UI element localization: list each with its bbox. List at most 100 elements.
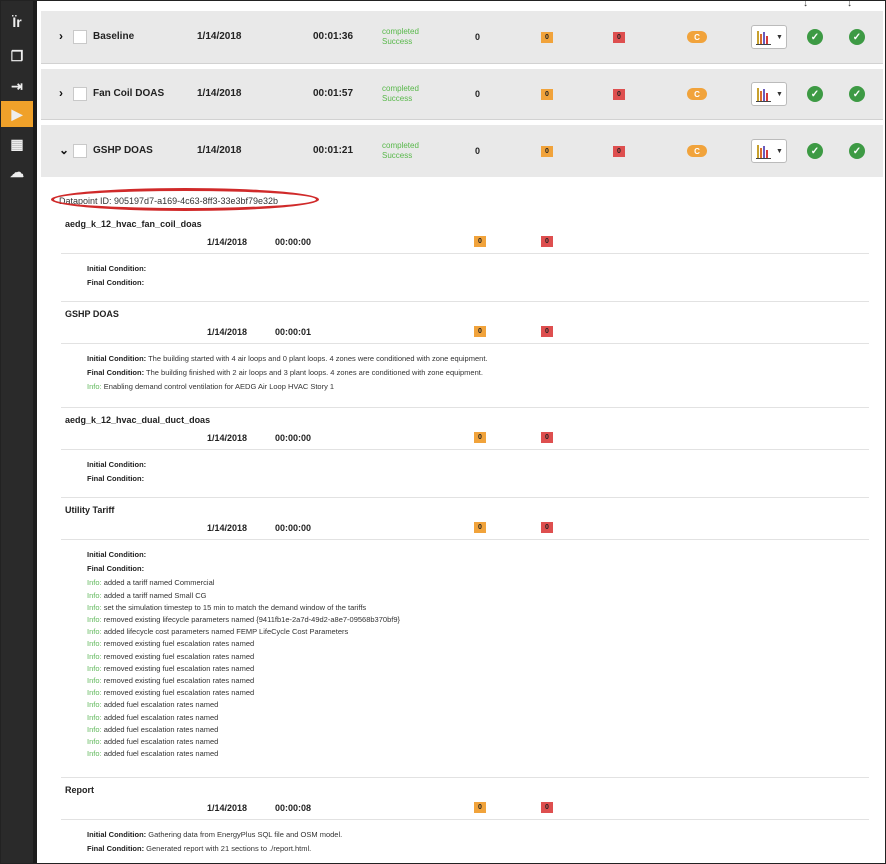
download-check-icon[interactable]: ✓ [807,143,823,159]
info-label: Info: [87,688,102,698]
run-row[interactable]: › Baseline 1/14/2018 00:01:36 completed Succe… [41,11,883,64]
download-check-icon[interactable]: ✓ [849,86,865,102]
expand-chevron-icon[interactable]: › [59,86,63,100]
initial-condition-label: Initial Condition: [87,354,147,363]
info-label: Info: [87,663,102,673]
main-content: › Baseline 1/14/2018 00:01:36 completed Succe… [37,1,885,863]
info-label: Info: [87,578,102,588]
export-icon[interactable]: ⇥ [1,73,33,99]
collapse-chevron-icon[interactable]: ⌄ [59,143,69,157]
info-message: Info: added fuel escalation rates named [87,749,218,758]
info-label: Info: [87,737,102,746]
info-text: added fuel escalation rates named [103,712,219,722]
info-message: Info: removed existing fuel escalation r… [87,652,254,661]
download-check-icon[interactable]: ✓ [849,143,865,159]
run-name: Baseline [93,31,135,42]
step-date: 1/14/2018 [207,327,248,337]
results-icon[interactable]: ▦ [1,131,33,157]
c-status-pill[interactable]: C [687,88,707,100]
step-separator [61,777,869,778]
run-duration: 00:01:36 [313,31,354,42]
run-row[interactable]: ⌄ GSHP DOAS 1/14/2018 00:01:21 completed Succ… [41,125,883,178]
error-count-badge: 0 [541,326,553,337]
step-separator [61,497,869,498]
download-check-icon[interactable]: ✓ [807,29,823,45]
c-status-pill[interactable]: C [687,31,707,43]
info-label: Info: [87,651,102,661]
info-message: Info: added a tariff named Small CG [87,591,207,600]
warning-count-badge: 0 [541,32,553,43]
initial-condition: Initial Condition: The building started … [87,354,487,363]
step-name: Report [65,785,94,795]
info-message: Info: removed existing fuel escalation r… [87,639,254,648]
tools-icon[interactable]: Ïr [1,9,33,35]
download-arrow-icon[interactable]: ↓ [803,1,808,9]
error-count-badge: 0 [613,146,625,157]
chart-dropdown-button[interactable]: ▼ [751,25,787,49]
info-message: Info: Enabling demand control ventilatio… [87,382,334,391]
run-row[interactable]: › Fan Coil DOAS 1/14/2018 00:01:57 completed… [41,69,883,120]
download-check-icon[interactable]: ✓ [849,29,865,45]
info-message: Info: added lifecycle cost parameters na… [87,627,348,636]
initial-condition-label: Initial Condition: [87,550,147,559]
info-text: added fuel escalation rates named [103,700,219,710]
run-duration: 00:01:57 [313,88,354,99]
status-line-success: Success [382,37,413,46]
run-count: 0 [475,146,481,156]
info-text: added fuel escalation rates named [103,737,219,746]
expand-chevron-icon[interactable]: › [59,29,63,43]
initial-condition: Initial Condition: [87,460,146,469]
final-condition-text: The building finished with 2 air loops a… [144,368,483,378]
initial-condition: Initial Condition: [87,550,146,559]
final-condition: Final Condition: The building finished w… [87,368,483,377]
step-divider [61,343,869,344]
chart-dropdown-button[interactable]: ▼ [751,139,787,163]
datapoint-details: Datapoint ID: 905197d7-a169-4c63-8ff3-33… [41,177,883,863]
download-check-icon[interactable]: ✓ [807,86,823,102]
initial-condition-text: The building started with 4 air loops an… [146,354,488,363]
step-divider [61,539,869,540]
sidebar: Ïr ❐ ⇥ ▶ ▦ ☁ [1,1,33,863]
step-divider [61,819,869,820]
run-status: completed Success [382,84,419,104]
info-text: removed existing fuel escalation rates n… [103,651,255,661]
error-count-badge: 0 [541,236,553,247]
info-message: Info: added fuel escalation rates named [87,725,218,734]
c-status-pill[interactable]: C [687,145,707,157]
info-text: Enabling demand control ventilation for … [103,382,335,392]
info-label: Info: [87,602,102,612]
info-text: set the simulation timestep to 15 min to… [103,602,367,612]
info-message: Info: set the simulation timestep to 15 … [87,603,366,612]
info-message: Info: removed existing fuel escalation r… [87,664,254,673]
initial-condition-label: Initial Condition: [87,460,147,469]
copy-icon[interactable]: ❐ [1,43,33,69]
chevron-down-icon: ▼ [776,33,783,41]
initial-condition: Initial Condition: Gathering data from E… [87,830,342,839]
info-text: added a tariff named Small CG [103,590,207,600]
info-message: Info: added a tariff named Commercial [87,578,214,587]
cloud-icon[interactable]: ☁ [1,159,33,185]
chart-dropdown-button[interactable]: ▼ [751,82,787,106]
step-divider [61,253,869,254]
select-checkbox[interactable] [73,144,87,158]
select-checkbox[interactable] [73,87,87,101]
info-label: Info: [87,627,102,637]
step-separator [61,407,869,408]
run-icon[interactable]: ▶ [1,101,33,127]
info-label: Info: [87,590,102,600]
bar-chart-icon [756,88,771,102]
run-date: 1/14/2018 [197,145,242,156]
warning-count-badge: 0 [541,89,553,100]
run-status: completed Success [382,27,419,47]
download-arrow-icon[interactable]: ↓ [847,1,852,9]
status-line-completed: completed [382,27,419,36]
run-date: 1/14/2018 [197,88,242,99]
step-date: 1/14/2018 [207,237,248,247]
final-condition: Final Condition: [87,474,144,483]
step-time: 00:00:08 [275,803,312,813]
warning-count-badge: 0 [474,432,486,443]
info-label: Info: [87,749,102,759]
run-count: 0 [475,89,481,99]
select-checkbox[interactable] [73,30,87,44]
step-time: 00:00:01 [275,327,312,337]
